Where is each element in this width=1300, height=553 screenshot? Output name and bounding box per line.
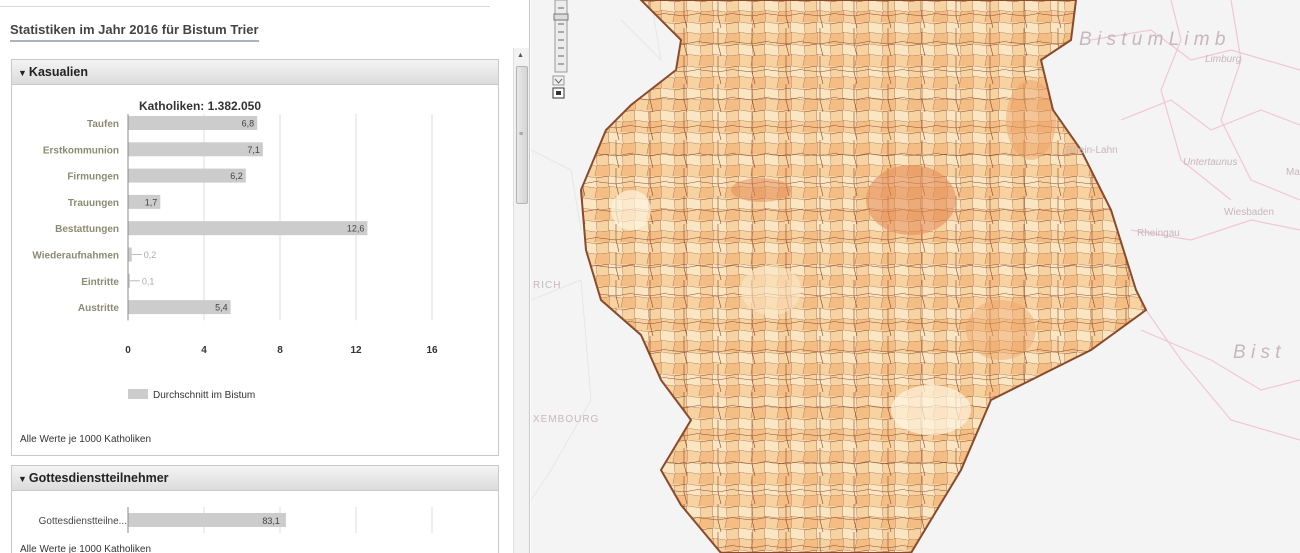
- bar: [128, 168, 246, 183]
- page-title: Statistiken im Jahr 2016 für Bistum Trie…: [10, 22, 259, 42]
- category-label: Gottesdienstteilne...: [39, 516, 127, 527]
- category-label: Eintritte: [81, 277, 119, 288]
- map-label-ma: Ma: [1286, 167, 1300, 178]
- bar: [128, 221, 368, 236]
- scroll-up-arrow-icon[interactable]: ▲: [517, 52, 524, 59]
- x-tick-label: 16: [426, 345, 438, 356]
- top-divider: [0, 6, 490, 7]
- map-label-rhein-lahn: Rhein-Lahn: [1066, 145, 1118, 156]
- data-label: 1,7: [145, 197, 158, 207]
- map-label-untertaunus: Untertaunus: [1183, 157, 1237, 168]
- kasualien-panel-header[interactable]: ▼ Kasualien: [12, 60, 498, 85]
- category-label: Bestattungen: [55, 224, 119, 235]
- legend-label: Durchschnitt im Bistum: [153, 390, 255, 401]
- data-label: 0,1: [142, 276, 155, 286]
- map-label-bistum-limburg: B i s t u m L i m b: [1079, 29, 1225, 50]
- data-label: 5,4: [215, 303, 228, 313]
- category-label: Erstkommunion: [43, 145, 119, 156]
- data-label: 6,8: [242, 119, 255, 129]
- category-label: Firmungen: [67, 172, 119, 183]
- map-label-rheingau: Rheingau: [1137, 228, 1180, 239]
- category-label: Austritte: [78, 303, 120, 314]
- data-label: 7,1: [247, 145, 260, 155]
- map-label-limburg: Limburg: [1205, 54, 1242, 65]
- data-label: 6,2: [230, 171, 243, 181]
- bar: [128, 247, 132, 262]
- category-label: Trauungen: [68, 198, 119, 209]
- panel-scrollbar[interactable]: ▲ ≡: [513, 48, 529, 553]
- map-label-luxembourg-fragment: RICH: [533, 280, 561, 291]
- x-tick-label: 12: [350, 345, 362, 356]
- gottesdienst-footnote: Alle Werte je 1000 Katholiken: [20, 544, 152, 553]
- zoom-slider[interactable]: [553, 0, 569, 73]
- map-label-wiesbaden: Wiesbaden: [1224, 207, 1274, 218]
- data-label: 83,1: [262, 516, 280, 526]
- kasualien-footnote: Alle Werte je 1000 Katholiken: [20, 434, 152, 445]
- gottesdienst-panel-header[interactable]: ▼ Gottesdienstteilnehmer: [12, 466, 498, 491]
- map-label-luxembourg: XEMBOURG: [533, 414, 599, 425]
- x-tick-label: 4: [201, 345, 207, 356]
- data-label: 12,6: [347, 224, 365, 234]
- scroll-grip-icon: ≡: [519, 131, 524, 138]
- x-tick-label: 8: [277, 345, 283, 356]
- category-label: Taufen: [87, 119, 119, 130]
- category-label: Wiederaufnahmen: [32, 251, 119, 262]
- kasualien-panel: ▼ Kasualien Katholiken: 1.382.050 0 4 8 12 16 T…: [11, 59, 499, 456]
- collapse-triangle-icon[interactable]: ▼: [18, 474, 27, 484]
- zoom-out-button[interactable]: [552, 75, 565, 86]
- bar: [128, 142, 263, 157]
- x-tick-label: 0: [125, 345, 131, 356]
- kasualien-chart: Katholiken: 1.382.050 0 4 8 12 16 Taufen 6,8 Ers…: [32, 99, 438, 401]
- statistics-panel: Statistiken im Jahr 2016 für Bistum Trie…: [0, 0, 530, 553]
- map-label-bistum-right: B i s t: [1233, 342, 1281, 363]
- layer-toggle-icon[interactable]: [552, 87, 565, 99]
- scroll-thumb[interactable]: ≡: [516, 66, 528, 204]
- kasualien-header-label: Kasualien: [28, 65, 88, 79]
- gottesdienst-chart: 83,1 Gottesdienstteilne...: [39, 507, 433, 533]
- gottesdienst-panel: ▼ Gottesdienstteilnehmer 83,1 Gottesdienst…: [11, 465, 499, 553]
- data-label: 0,2: [144, 250, 157, 260]
- map-canvas[interactable]: B i s t u m L i m b Limburg Rhein-Lahn U…: [531, 0, 1300, 553]
- chart-title: Katholiken: 1.382.050: [139, 99, 261, 113]
- collapse-triangle-icon[interactable]: ▼: [18, 68, 27, 78]
- map-view[interactable]: B i s t u m L i m b Limburg Rhein-Lahn U…: [531, 0, 1300, 553]
- bar: [128, 116, 258, 130]
- legend-swatch: [128, 389, 148, 399]
- gottesdienst-header-label: Gottesdienstteilnehmer: [28, 471, 169, 485]
